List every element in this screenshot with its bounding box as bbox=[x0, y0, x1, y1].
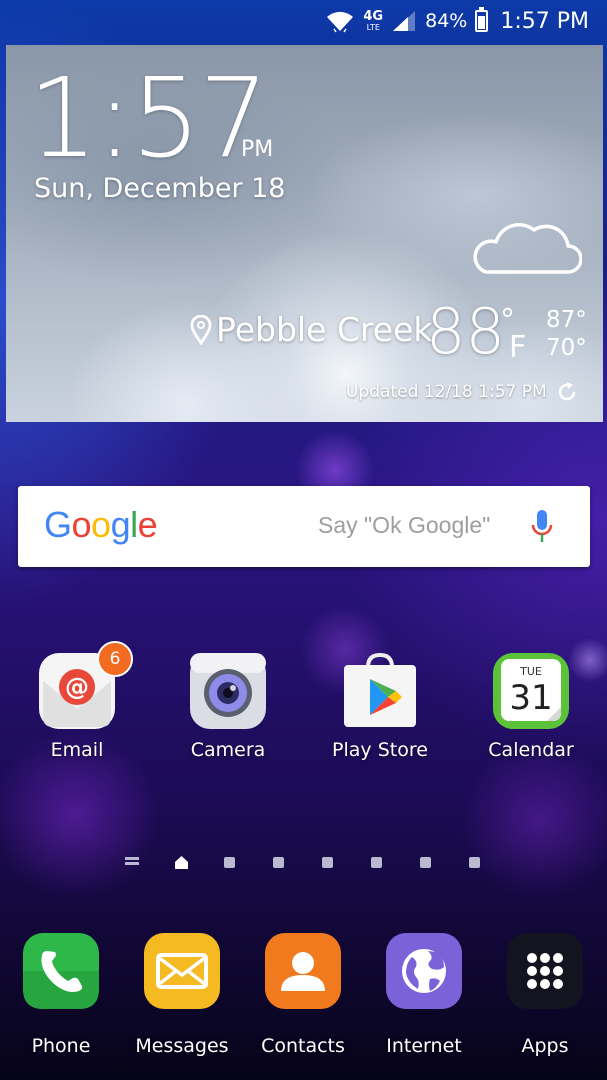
signal-icon bbox=[393, 11, 416, 31]
network-sub-label: LTE bbox=[366, 23, 380, 32]
lte-icon: 4G LTE bbox=[363, 10, 383, 32]
status-icons: 4G LTE 84% 1:57 PM bbox=[325, 6, 589, 36]
app-calendar[interactable]: TUE 31 Calendar bbox=[471, 651, 591, 761]
page-dot[interactable] bbox=[469, 857, 480, 868]
contacts-icon bbox=[263, 931, 343, 1011]
page-dot[interactable] bbox=[224, 857, 235, 868]
google-search-bar[interactable]: Google Say "Ok Google" bbox=[18, 486, 590, 567]
app-label: Contacts bbox=[261, 1035, 345, 1057]
google-logo-letter: e bbox=[137, 504, 158, 545]
high-temperature: 87° bbox=[546, 307, 587, 333]
app-messages[interactable]: Messages bbox=[122, 931, 242, 1057]
email-icon: @ 6 bbox=[37, 641, 133, 731]
internet-icon bbox=[384, 931, 464, 1011]
app-label: Calendar bbox=[488, 739, 574, 761]
app-label: Camera bbox=[190, 739, 266, 761]
widget-date: Sun, December 18 bbox=[34, 173, 286, 204]
google-logo-letter: g bbox=[110, 504, 131, 545]
app-label: Messages bbox=[135, 1035, 229, 1057]
page-dot[interactable] bbox=[322, 857, 333, 868]
messages-icon bbox=[142, 931, 222, 1011]
page-dot[interactable] bbox=[371, 857, 382, 868]
app-camera[interactable]: Camera bbox=[168, 651, 288, 761]
google-logo: Google bbox=[44, 504, 158, 546]
app-email[interactable]: @ 6 Email bbox=[17, 641, 137, 761]
widget-temperature: 88 bbox=[426, 295, 505, 368]
refresh-icon[interactable] bbox=[556, 381, 578, 403]
cloud-icon bbox=[473, 223, 582, 274]
status-bar: 4G LTE 84% 1:57 PM bbox=[0, 0, 607, 42]
google-logo-letter: G bbox=[44, 504, 72, 545]
page-dot[interactable] bbox=[273, 857, 284, 868]
location-pin-icon bbox=[190, 314, 212, 345]
svg-text:@: @ bbox=[65, 673, 89, 701]
temperature-unit: F bbox=[509, 330, 527, 365]
app-play-store[interactable]: Play Store bbox=[320, 651, 440, 761]
calendar-icon: TUE 31 bbox=[491, 651, 571, 731]
play-store-icon bbox=[340, 651, 420, 731]
app-label: Apps bbox=[521, 1035, 569, 1057]
widget-ampm: PM bbox=[241, 137, 274, 162]
app-label: Email bbox=[50, 739, 104, 761]
email-badge: 6 bbox=[97, 641, 133, 677]
clock-weather-widget[interactable]: 1:57 PM Sun, December 18 Pebble Creek 88… bbox=[6, 45, 603, 422]
menu-page-icon[interactable] bbox=[125, 857, 139, 869]
app-label: Play Store bbox=[332, 739, 428, 761]
app-drawer[interactable]: Apps bbox=[485, 931, 605, 1057]
google-logo-letter: l bbox=[130, 504, 138, 545]
network-label: 4G bbox=[363, 9, 384, 24]
camera-icon bbox=[188, 651, 268, 731]
home-page-icon[interactable] bbox=[174, 855, 189, 870]
widget-time: 1:57 bbox=[28, 54, 269, 182]
phone-icon bbox=[21, 931, 101, 1011]
location-label: Pebble Creek bbox=[216, 310, 433, 349]
app-internet[interactable]: Internet bbox=[364, 931, 484, 1057]
calendar-date: 31 bbox=[509, 678, 552, 718]
low-temperature: 70° bbox=[546, 335, 587, 361]
battery-icon bbox=[475, 7, 489, 32]
app-label: Internet bbox=[386, 1035, 462, 1057]
google-logo-letter: o bbox=[71, 504, 92, 545]
app-label: Phone bbox=[31, 1035, 91, 1057]
microphone-icon[interactable] bbox=[530, 508, 554, 546]
page-indicator[interactable] bbox=[120, 855, 500, 871]
google-logo-letter: o bbox=[91, 504, 111, 545]
app-phone[interactable]: Phone bbox=[1, 931, 121, 1057]
updated-text: Updated 12/18 1:57 PM bbox=[346, 382, 547, 402]
app-contacts[interactable]: Contacts bbox=[243, 931, 363, 1057]
calendar-day: TUE bbox=[519, 665, 542, 678]
search-hint: Say "Ok Google" bbox=[318, 512, 491, 538]
widget-location[interactable]: Pebble Creek bbox=[190, 310, 432, 349]
page-dot[interactable] bbox=[420, 857, 431, 868]
status-time: 1:57 PM bbox=[500, 8, 589, 34]
apps-grid-icon bbox=[505, 931, 585, 1011]
wifi-icon bbox=[327, 11, 354, 33]
battery-percent: 84% bbox=[425, 10, 468, 32]
